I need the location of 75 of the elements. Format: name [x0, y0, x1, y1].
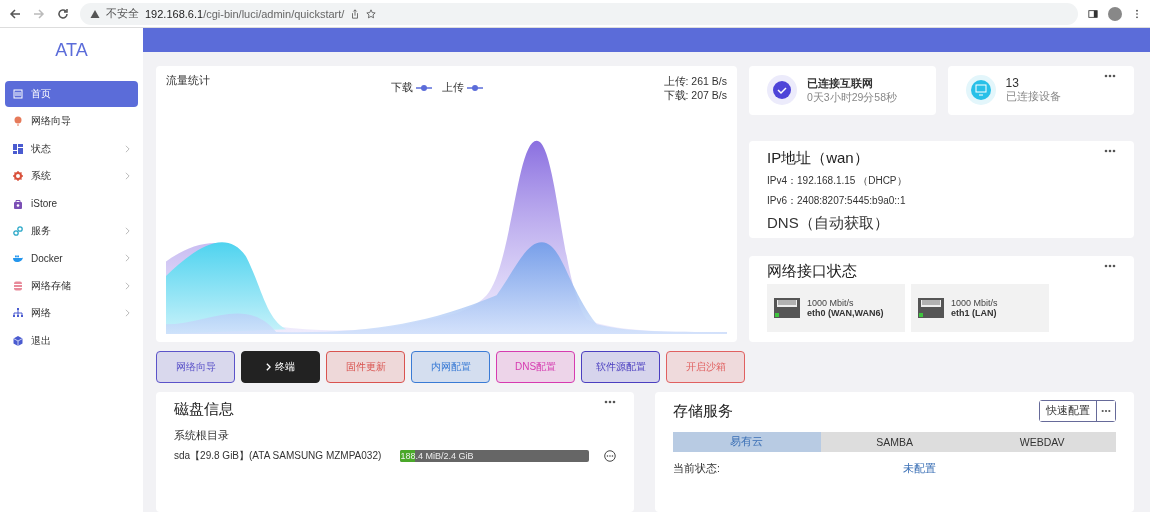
- database-icon: [13, 280, 23, 291]
- sidebar-item[interactable]: iStore: [5, 190, 138, 217]
- port-speed: 1000 Mbit/s: [951, 297, 998, 308]
- action-button[interactable]: 网络向导: [156, 351, 235, 383]
- upload-rate: 上传: 261 B/s: [663, 74, 727, 88]
- action-button[interactable]: 终端: [241, 351, 320, 383]
- uptime-text: 0天3小时29分58秒: [807, 90, 898, 105]
- sidebar-item[interactable]: 网络: [5, 300, 138, 327]
- chevron-right-icon: [266, 362, 271, 372]
- network-icon: [13, 308, 23, 319]
- url-path: /cgi-bin/luci/admin/quickstart/: [203, 7, 345, 20]
- card-title: IP地址（wan）: [767, 148, 869, 168]
- cube-icon: [13, 335, 23, 346]
- more-icon: [1101, 409, 1111, 413]
- sidebar-item[interactable]: 网络存储: [5, 272, 138, 299]
- star-icon: [366, 8, 377, 19]
- more-icon[interactable]: [1104, 263, 1116, 268]
- gear-icon: [13, 171, 23, 182]
- sidebar-item[interactable]: 服务: [5, 217, 138, 244]
- check-circle-icon: [767, 75, 797, 106]
- section-label: 系统根目录: [174, 429, 229, 443]
- monitor-icon: [965, 75, 996, 106]
- legend-label: 上传: [441, 81, 464, 95]
- avatar[interactable]: [1108, 6, 1122, 21]
- sidebar-item[interactable]: 网络向导: [5, 108, 138, 135]
- security-label: 不安全: [106, 6, 139, 21]
- share-icon: [350, 8, 361, 19]
- port-name: eth0 (WAN,WAN6): [807, 307, 884, 318]
- quick-config-button[interactable]: 快速配置: [1040, 401, 1097, 421]
- sidebar-item[interactable]: 退出: [5, 327, 138, 354]
- internet-status: 已连接互联网: [807, 75, 874, 91]
- card-title: 磁盘信息: [174, 400, 234, 419]
- sidebar-item[interactable]: 状态: [5, 135, 138, 162]
- device-count: 13: [1005, 76, 1020, 91]
- card-title: 网络接口状态: [767, 261, 857, 281]
- grid-icon: [13, 143, 23, 154]
- action-button[interactable]: 软件源配置: [581, 351, 660, 383]
- sidebar-item[interactable]: Docker: [5, 245, 138, 272]
- bag-icon: [13, 198, 23, 209]
- device-label: 已连接设备: [1005, 90, 1061, 105]
- url-host: 192.168.6.1: [145, 7, 204, 20]
- link-icon: [13, 225, 23, 236]
- status-value: 未配置: [903, 462, 936, 476]
- usage-text: 188.4 MiB/2.4 GiB: [400, 450, 474, 462]
- download-rate: 下载: 207 B/s: [663, 88, 727, 102]
- more-icon[interactable]: [1104, 148, 1116, 153]
- home-icon: [13, 89, 23, 99]
- dns-title: DNS（自动获取）: [767, 213, 890, 233]
- ipv4-label: IPv4：: [767, 174, 797, 186]
- ipv6-label: IPv6：: [767, 194, 797, 206]
- disk-name: sda【29.8 GiB】(ATA SAMSUNG MZMPA032): [174, 449, 383, 463]
- back-arrow-icon: [8, 6, 22, 21]
- legend-line-icon: [466, 85, 483, 91]
- logo: ATA: [54, 39, 89, 62]
- globe-icon: [13, 116, 23, 127]
- ipv4-value: 192.168.1.15 （DHCP）: [797, 174, 907, 186]
- warning-icon: [90, 8, 100, 19]
- whale-icon: [13, 253, 23, 264]
- sidebar-icon: [1088, 8, 1098, 19]
- port-speed: 1000 Mbit/s: [807, 297, 855, 308]
- legend-line-icon: [415, 85, 432, 91]
- more-circle-icon: [604, 450, 616, 462]
- chart-title: 流量统计: [166, 74, 210, 88]
- sidebar-item[interactable]: 系统: [5, 163, 138, 190]
- address-bar[interactable]: 不安全 192.168.6.1/cgi-bin/luci/admin/quickstart/: [80, 2, 1078, 25]
- status-label: 当前状态:: [673, 462, 721, 476]
- forward-arrow-icon: [32, 6, 46, 21]
- more-icon[interactable]: [604, 400, 616, 404]
- reload-icon: [56, 6, 70, 21]
- sidebar-item[interactable]: 首页: [5, 81, 138, 107]
- more-icon[interactable]: [1104, 74, 1116, 78]
- card-title: 存储服务: [673, 401, 733, 421]
- legend-label: 下载: [390, 81, 413, 95]
- port-name: eth1 (LAN): [951, 307, 998, 318]
- ipv6-value: 2408:8207:5445:b9a0::1: [797, 194, 906, 206]
